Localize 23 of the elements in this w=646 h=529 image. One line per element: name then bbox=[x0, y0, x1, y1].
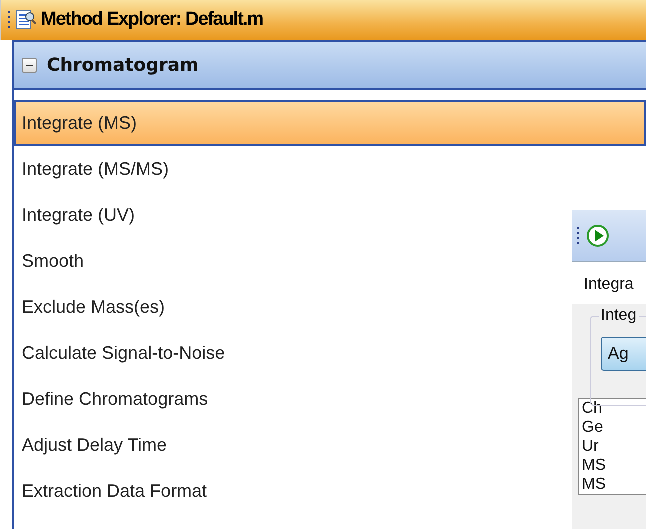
method-item[interactable]: Define Chromatograms bbox=[14, 376, 216, 422]
list-entry[interactable]: MS bbox=[582, 475, 646, 494]
document-search-icon bbox=[15, 9, 37, 31]
grip-icon[interactable] bbox=[576, 224, 580, 246]
method-item[interactable]: Integrate (UV) bbox=[14, 192, 144, 238]
method-item[interactable]: Calculate Signal-to-Noise bbox=[14, 330, 234, 376]
list-entry[interactable]: Ur bbox=[582, 437, 646, 456]
method-item[interactable]: Adjust Delay Time bbox=[14, 422, 176, 468]
play-icon[interactable] bbox=[586, 224, 610, 248]
list-entry[interactable]: Ge bbox=[582, 418, 646, 437]
group-title: Integ bbox=[599, 307, 639, 325]
method-item[interactable]: Integrate (MS) bbox=[14, 100, 646, 146]
panel-heading: Integra bbox=[583, 275, 635, 294]
method-item[interactable]: Smooth bbox=[14, 238, 92, 284]
method-item[interactable]: Integrate (MS/MS) bbox=[14, 146, 178, 192]
window-title: Method Explorer: Default.m bbox=[41, 9, 264, 31]
collapse-toggle[interactable] bbox=[22, 58, 37, 72]
grip-icon[interactable] bbox=[7, 9, 11, 31]
section-title: Chromatogram bbox=[47, 54, 199, 76]
method-item[interactable]: Extraction Data Format bbox=[14, 468, 216, 514]
method-item[interactable]: Exclude Mass(es) bbox=[14, 284, 174, 330]
list-entry[interactable]: MS bbox=[582, 456, 646, 475]
option-button[interactable]: Ag bbox=[601, 337, 646, 371]
